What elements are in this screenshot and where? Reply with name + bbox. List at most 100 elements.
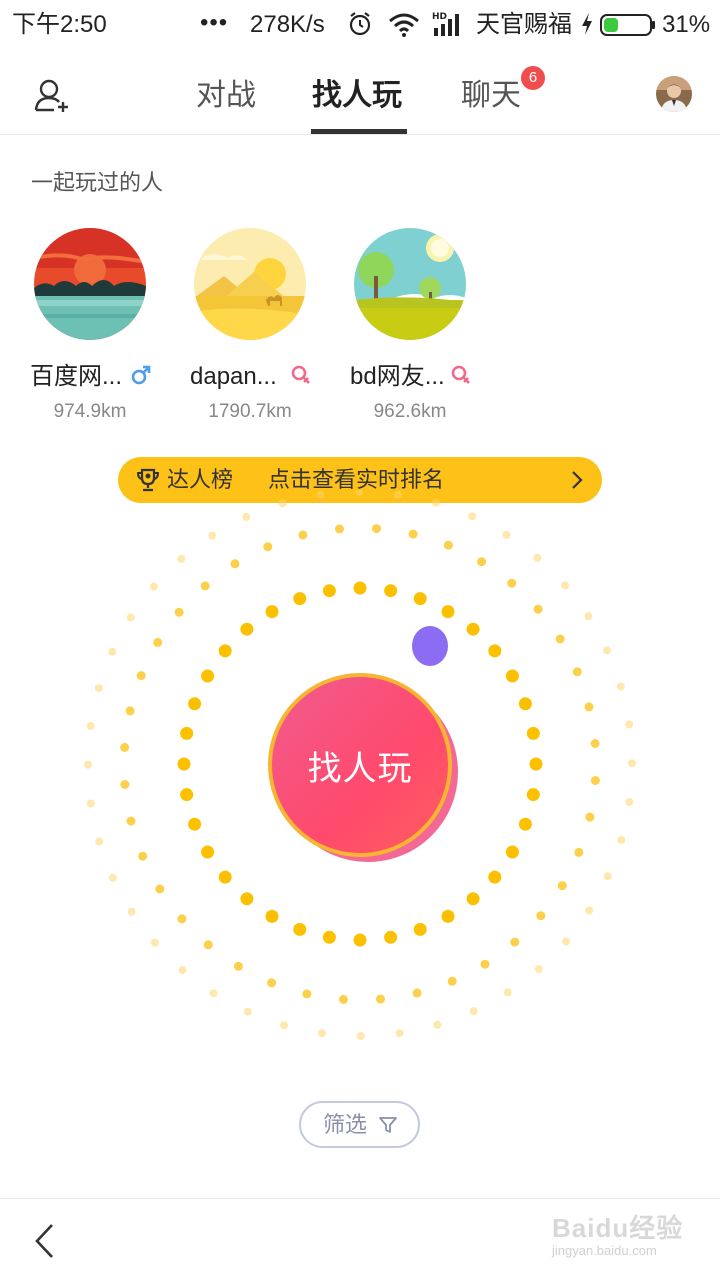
male-icon xyxy=(130,364,152,386)
radar-dot xyxy=(265,909,279,923)
radar-dot xyxy=(180,788,194,802)
radar-dot xyxy=(585,812,595,822)
played-with-title: 一起玩过的人 xyxy=(31,170,164,195)
radar-dot xyxy=(480,959,490,969)
player-avatar-desert xyxy=(194,228,306,340)
radar-dot xyxy=(125,706,135,716)
radar-dot xyxy=(443,540,453,550)
radar-dot xyxy=(590,739,600,748)
filter-button[interactable]: 筛选 xyxy=(299,1101,420,1148)
radar-dot xyxy=(177,554,186,563)
radar-dot xyxy=(353,581,367,595)
radar-dot xyxy=(95,837,104,846)
tab-chat[interactable]: 聊天 xyxy=(461,76,521,116)
radar-dot xyxy=(447,976,457,986)
tab-find-players[interactable]: 找人玩 xyxy=(312,76,402,116)
radar-dot xyxy=(150,938,159,947)
chevron-right-icon xyxy=(570,469,584,491)
radar-dot xyxy=(174,607,184,617)
radar-dot xyxy=(477,557,487,567)
radar-dot xyxy=(584,612,593,621)
radar-dot xyxy=(218,644,232,658)
radar-dot xyxy=(180,726,194,740)
radar-dot xyxy=(529,757,543,771)
radar-dot xyxy=(395,1029,404,1038)
radar-dot xyxy=(126,816,136,826)
alarm-icon xyxy=(346,10,374,46)
radar-dot xyxy=(534,965,543,974)
radar-dot xyxy=(384,584,398,598)
radar-dot xyxy=(562,937,571,946)
radar-dot xyxy=(318,1029,326,1038)
radar-dot xyxy=(466,622,480,636)
radar-dot xyxy=(335,524,344,534)
radar-dot xyxy=(209,989,218,998)
radar-dot xyxy=(469,1007,478,1016)
radar-dot xyxy=(293,922,307,936)
battery-percent: 31% xyxy=(662,11,711,38)
radar-dot xyxy=(413,922,427,936)
player-name: dapan... xyxy=(190,363,277,390)
radar-dot xyxy=(339,994,348,1004)
radar-dot xyxy=(466,892,480,906)
radar-dot xyxy=(149,582,158,591)
status-network-speed: 278K/s xyxy=(250,11,325,38)
radar-dot xyxy=(316,490,325,499)
radar-dot xyxy=(625,798,634,806)
radar-dot xyxy=(188,817,202,831)
find-players-button[interactable]: 找人玩 xyxy=(268,673,452,857)
radar-dot xyxy=(240,892,254,906)
radar-dot xyxy=(536,911,546,921)
status-time: 下午2:50 xyxy=(12,11,107,38)
battery-icon xyxy=(600,13,656,45)
charging-icon xyxy=(580,12,594,44)
radar-dot xyxy=(433,1020,442,1029)
radar-dot xyxy=(413,592,427,606)
radar-dot xyxy=(177,914,187,924)
tab-battle[interactable]: 对战 xyxy=(196,76,256,116)
radar-dot xyxy=(488,870,502,884)
radar-dot xyxy=(533,553,542,562)
profile-avatar[interactable] xyxy=(656,76,692,112)
active-tab-indicator xyxy=(311,129,407,134)
player-avatar-sunset xyxy=(34,228,146,340)
radar-dot xyxy=(376,994,385,1004)
radar-dot xyxy=(86,722,95,730)
radar-dot xyxy=(136,671,146,681)
radar-dot xyxy=(488,644,502,658)
radar-dot xyxy=(120,780,130,789)
radar-dot xyxy=(126,613,135,622)
radar-dot xyxy=(526,788,540,802)
radar-dot xyxy=(625,720,634,729)
back-arrow-icon[interactable] xyxy=(32,1221,56,1261)
radar-dot xyxy=(533,604,543,614)
radar-dot xyxy=(526,726,540,740)
watermark-url: jingyan.baidu.com xyxy=(552,1243,657,1258)
top-nav: 对战 找人玩 聊天 6 xyxy=(0,50,720,135)
radar-dot xyxy=(203,940,213,950)
radar-dot xyxy=(280,1021,289,1030)
baidu-watermark: Baidu经验 jingyan.baidu.com xyxy=(552,1213,692,1259)
radar-dot xyxy=(441,605,455,619)
find-players-label: 找人玩 xyxy=(307,749,413,788)
radar-dot xyxy=(355,490,364,496)
radar-dot xyxy=(617,835,626,844)
radar-dot xyxy=(412,988,422,998)
watermark-text: Baidu经验 xyxy=(552,1213,684,1243)
radar-dot xyxy=(298,530,308,540)
radar-dot xyxy=(155,884,165,894)
radar-dot xyxy=(230,559,240,569)
radar-dot xyxy=(233,961,243,971)
filter-label: 筛选 xyxy=(323,1112,368,1137)
status-bar: 下午2:50 ••• 278K/s HD 天官赐福 31% xyxy=(0,0,720,50)
radar-dot xyxy=(240,622,254,636)
radar-dot xyxy=(108,873,117,882)
radar-dot xyxy=(584,702,594,712)
radar-dot xyxy=(127,907,136,916)
radar-dot xyxy=(431,498,440,507)
player-name: 百度网... xyxy=(30,363,123,390)
add-friend-icon[interactable] xyxy=(32,76,72,116)
radar-dot xyxy=(293,592,307,606)
radar-dot xyxy=(603,872,612,881)
radar-dot xyxy=(590,776,600,785)
